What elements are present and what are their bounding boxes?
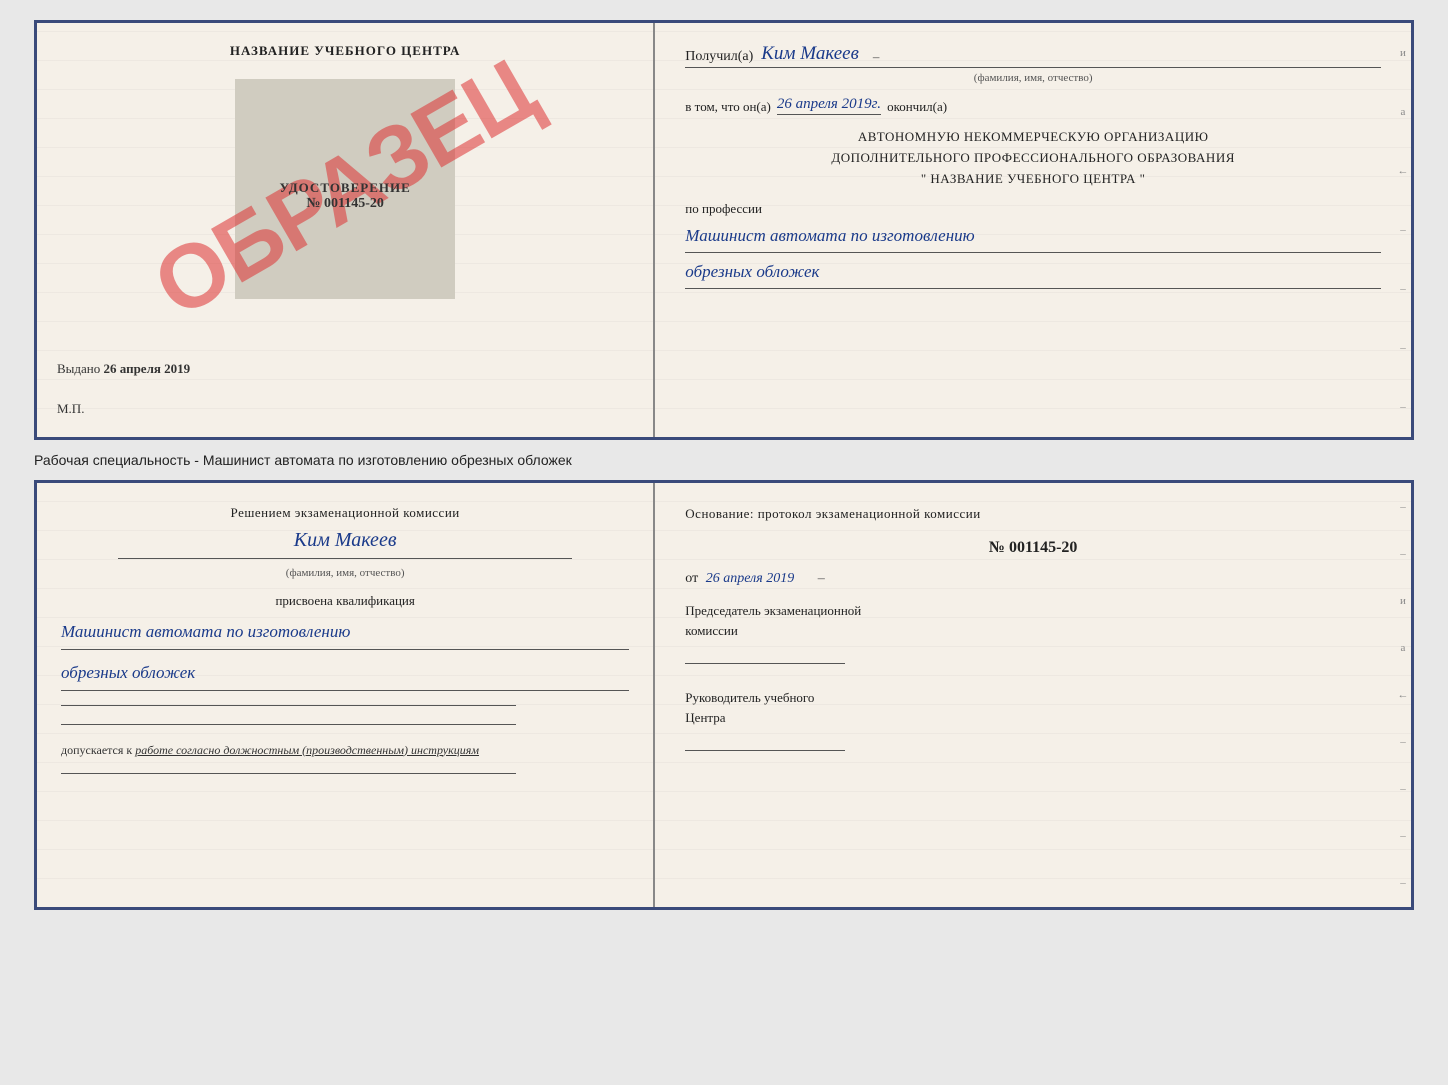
predsedatel-label: Председатель экзаменационной [685,601,1381,621]
profession-label: по профессии [685,201,1381,217]
bottom-doc-right: Основание: протокол экзаменационной коми… [655,483,1411,907]
dopuskaetsya-text: работе согласно должностным (производств… [135,743,479,757]
protocol-number: № 001145-20 [685,539,1381,557]
vydano-label: Выдано [57,361,100,376]
profession-line2: обрезных обложек [685,257,1381,289]
protocol-date-row: от 26 апреля 2019 – [685,571,1381,587]
predsedatel-label2: комиссии [685,621,1381,641]
protocol-date-value: 26 апреля 2019 [706,571,794,586]
dopuskaetsya-label: допускается к [61,743,132,757]
training-center-title: НАЗВАНИЕ УЧЕБНОГО ЦЕНТРА [230,43,461,59]
udostoverenie-block: УДОСТОВЕРЕНИЕ № 001145-20 [279,180,410,212]
ot-label: от [685,571,698,586]
bottom-right-edge: – – и а ← – – – – [1395,483,1411,907]
org-block: АВТОНОМНУЮ НЕКОММЕРЧЕСКУЮ ОРГАНИЗАЦИЮ ДО… [685,127,1381,189]
completion-date: 26 апреля 2019г. [777,96,881,115]
caption-text: Рабочая специальность - Машинист автомат… [34,448,1414,472]
fio-label-bottom: (фамилия, имя, отчество) [61,567,629,579]
predsedatel-signature-line [685,644,845,664]
mp-row: М.П. [57,401,84,417]
bottom-document: Решением экзаменационной комиссии Ким Ма… [34,480,1414,910]
rukovoditel-block: Руководитель учебного Центра [685,688,1381,751]
org-line2: ДОПОЛНИТЕЛЬНОГО ПРОФЕССИОНАЛЬНОГО ОБРАЗО… [685,148,1381,169]
kvalif-line1: Машинист автомата по изготовлению [61,615,629,650]
dopuskaetsya-row: допускается к работе согласно должностны… [61,741,629,759]
bottom-doc-left: Решением экзаменационной комиссии Ким Ма… [37,483,655,907]
poluchil-label: Получил(а) [685,49,753,65]
profession-block: по профессии Машинист автомата по изгото… [685,201,1381,288]
top-doc-left-page: НАЗВАНИЕ УЧЕБНОГО ЦЕНТРА ОБРАЗЕЦ УДОСТОВ… [37,23,655,437]
poluchil-row: Получил(а) Ким Макеев – [685,43,1381,68]
fio-label-top: (фамилия, имя, отчество) [685,72,1381,84]
name-underline [118,558,573,559]
bottom-name-cursive: Ким Макеев [61,529,629,552]
rukovoditel-label2: Центра [685,708,1381,728]
rukovoditel-signature-line [685,731,845,751]
vydano-date: 26 апреля 2019 [104,361,191,376]
kvalif-line2: обрезных обложек [61,656,629,691]
profession-line1: Машинист автомата по изготовлению [685,221,1381,253]
vtom-row: в том, что он(а) 26 апреля 2019г. окончи… [685,96,1381,115]
recipient-name: Ким Макеев [761,43,859,65]
mp-label: М.П. [57,401,84,416]
right-edge-decoration: и а ← – – – – [1395,23,1411,437]
rukovoditel-label: Руководитель учебного [685,688,1381,708]
osnov-label: Основание: протокол экзаменационной коми… [685,503,1381,525]
udost-label: УДОСТОВЕРЕНИЕ [279,180,410,196]
okончil-label: окончил(а) [887,99,947,115]
resheniem-label: Решением экзаменационной комиссии [61,503,629,523]
top-doc-right-page: Получил(а) Ким Макеев – (фамилия, имя, о… [655,23,1411,437]
top-document: НАЗВАНИЕ УЧЕБНОГО ЦЕНТРА ОБРАЗЕЦ УДОСТОВ… [34,20,1414,440]
org-line1: АВТОНОМНУЮ НЕКОММЕРЧЕСКУЮ ОРГАНИЗАЦИЮ [685,127,1381,148]
org-line3: " НАЗВАНИЕ УЧЕБНОГО ЦЕНТРА " [685,169,1381,190]
predsedatel-block: Председатель экзаменационной комиссии [685,601,1381,664]
vtom-label: в том, что он(а) [685,99,771,115]
vydano-row: Выдано 26 апреля 2019 [57,361,633,377]
udost-number: № 001145-20 [279,196,410,212]
prisvoena-label: присвоена квалификация [61,593,629,609]
